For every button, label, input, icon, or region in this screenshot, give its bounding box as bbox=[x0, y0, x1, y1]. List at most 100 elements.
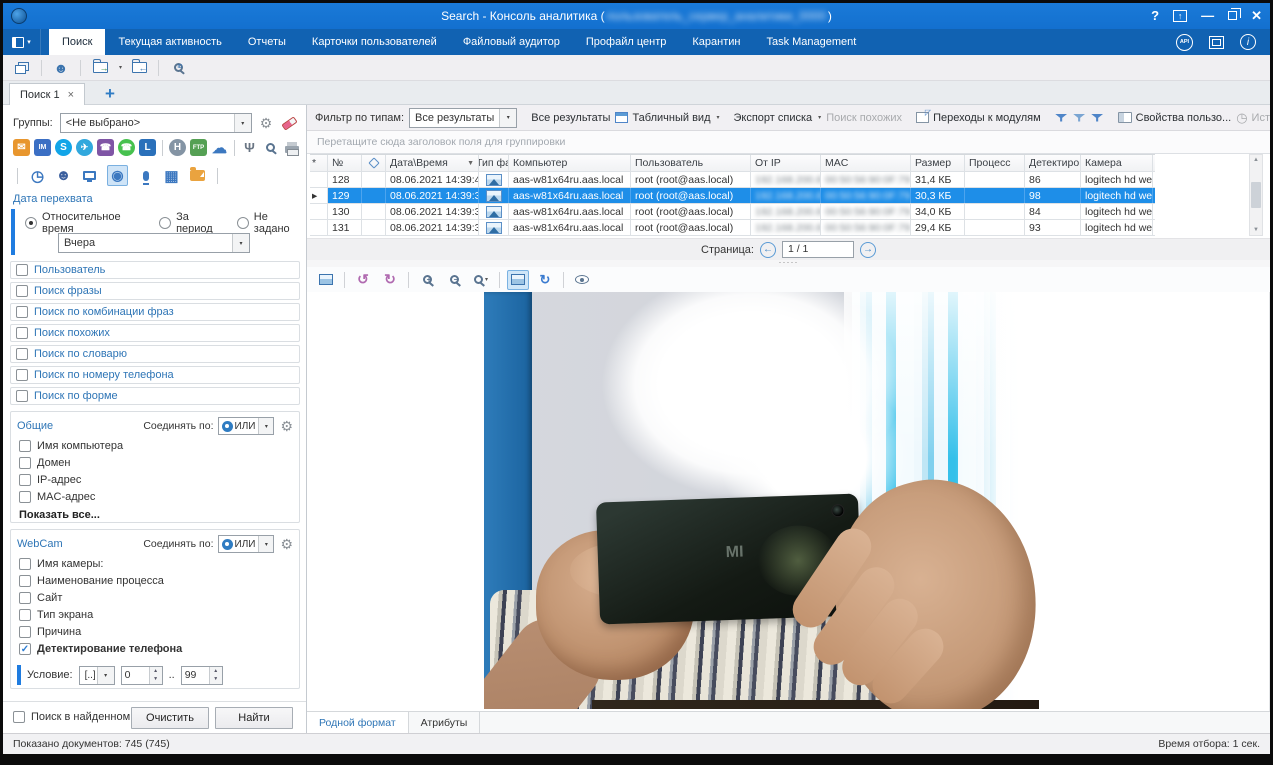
table-row[interactable]: 131 08.06.2021 14:39:33 aas-w81x64ru.aas… bbox=[310, 220, 1155, 236]
column-number[interactable]: № bbox=[328, 155, 362, 171]
checkbox-computer-name[interactable]: Имя компьютера bbox=[11, 437, 299, 454]
user-properties-button[interactable]: Свойства пользо... bbox=[1118, 112, 1232, 124]
radio-relative-time[interactable] bbox=[25, 217, 37, 229]
scroll-up-icon[interactable]: ▲ bbox=[1253, 157, 1259, 163]
info-icon[interactable]: i bbox=[1240, 34, 1256, 50]
package-icon[interactable] bbox=[1209, 36, 1224, 49]
checkbox[interactable] bbox=[19, 558, 31, 570]
files-folder-icon[interactable] bbox=[189, 167, 206, 184]
save-image-button[interactable] bbox=[315, 270, 337, 290]
checkbox-mac-address[interactable]: MAC-адрес bbox=[11, 488, 299, 505]
tab-close-icon[interactable]: × bbox=[68, 89, 74, 101]
whatsapp-icon[interactable]: ☎ bbox=[118, 139, 135, 156]
checkbox[interactable] bbox=[19, 592, 31, 604]
printer-icon[interactable] bbox=[283, 139, 300, 156]
zoom-select-button[interactable]: ▾ bbox=[470, 270, 492, 290]
panel-similar-search[interactable]: Поиск похожих bbox=[10, 324, 300, 342]
export-list-button[interactable]: Экспорт списка▾ bbox=[734, 112, 822, 124]
app-menu-button[interactable]: ▾ bbox=[3, 29, 41, 55]
zoom-out-button[interactable]: − bbox=[443, 270, 465, 290]
checkbox[interactable] bbox=[19, 491, 31, 503]
menu-tab-file-auditor[interactable]: Файловый аудитор bbox=[450, 29, 573, 55]
tab-native-format[interactable]: Родной формат bbox=[307, 712, 409, 733]
clock-monitoring-icon[interactable]: ◷ bbox=[29, 167, 46, 184]
show-all-link[interactable]: Показать все... bbox=[11, 505, 299, 525]
menu-tab-user-cards[interactable]: Карточки пользователей bbox=[299, 29, 450, 55]
checkbox-domain[interactable]: Домен bbox=[11, 454, 299, 471]
add-tab-button[interactable]: + bbox=[105, 84, 115, 104]
next-page-button[interactable]: → bbox=[860, 242, 876, 258]
refresh-image-button[interactable]: ↻ bbox=[534, 270, 556, 290]
fit-to-window-button[interactable] bbox=[507, 270, 529, 290]
all-results-button[interactable]: Все результаты bbox=[531, 112, 610, 124]
spin-down-icon[interactable]: ▼ bbox=[150, 675, 162, 684]
checkbox[interactable] bbox=[19, 474, 31, 486]
column-datetime[interactable]: Дата\Время▼ bbox=[386, 155, 479, 171]
table-row[interactable]: 130 08.06.2021 14:39:36 aas-w81x64ru.aas… bbox=[310, 204, 1155, 220]
filter-funnel-color-button[interactable] bbox=[1091, 114, 1104, 122]
mail-icon[interactable]: ✉ bbox=[13, 139, 30, 156]
checkbox[interactable] bbox=[19, 575, 31, 587]
checkbox[interactable] bbox=[16, 327, 28, 339]
panel-phrase-combination[interactable]: Поиск по комбинации фраз bbox=[10, 303, 300, 321]
menu-tab-profile-center[interactable]: Профайл центр bbox=[573, 29, 679, 55]
checkbox-checked[interactable]: ✓ bbox=[19, 643, 31, 655]
menu-tab-search[interactable]: Поиск bbox=[49, 29, 105, 55]
filter-funnel-button[interactable] bbox=[1055, 114, 1068, 122]
group-by-bar[interactable]: Перетащите сюда заголовок поля для групп… bbox=[307, 131, 1270, 154]
ftp-icon[interactable]: FTP bbox=[190, 139, 207, 156]
webcam-icon-selected[interactable]: ◉ bbox=[107, 165, 128, 186]
menu-tab-reports[interactable]: Отчеты bbox=[235, 29, 299, 55]
webcam-settings-icon[interactable]: ⚙ bbox=[280, 537, 293, 551]
groups-select[interactable]: <Не выбрано> ▾ bbox=[60, 113, 252, 133]
im-icon[interactable]: IM bbox=[34, 139, 51, 156]
import-folder-button[interactable]: ← bbox=[128, 58, 150, 78]
menu-tab-current-activity[interactable]: Текущая активность bbox=[105, 29, 234, 55]
checkbox-phone-detection[interactable]: ✓Детектирование телефона bbox=[11, 640, 299, 657]
checkbox[interactable] bbox=[16, 348, 28, 360]
table-row[interactable]: 128 08.06.2021 14:39:41 aas-w81x64ru.aas… bbox=[310, 172, 1155, 188]
relative-time-select[interactable]: Вчера ▾ bbox=[58, 233, 250, 253]
column-process[interactable]: Процесс bbox=[965, 155, 1025, 171]
checkbox[interactable] bbox=[16, 390, 28, 402]
column-type[interactable]: Тип фа bbox=[479, 155, 509, 171]
rotate-left-button[interactable]: ↺ bbox=[352, 270, 374, 290]
checkbox[interactable] bbox=[19, 609, 31, 621]
column-computer[interactable]: Компьютер bbox=[509, 155, 631, 171]
pin-window-button[interactable]: ↑ bbox=[1173, 10, 1187, 22]
column-mac[interactable]: MAC bbox=[821, 155, 911, 171]
microphone-icon[interactable] bbox=[137, 167, 154, 184]
checkbox-process-name[interactable]: Наименование процесса bbox=[11, 572, 299, 589]
api-icon[interactable]: API bbox=[1176, 34, 1193, 51]
export-folder-caret-icon[interactable]: ▾ bbox=[119, 64, 122, 71]
checkbox[interactable] bbox=[19, 440, 31, 452]
telegram-icon[interactable]: ✈ bbox=[76, 139, 93, 156]
panel-dictionary-search[interactable]: Поиск по словарю bbox=[10, 345, 300, 363]
find-button[interactable]: Найти bbox=[215, 707, 293, 729]
go-to-modules-button[interactable]: Переходы к модулям bbox=[916, 112, 1041, 124]
column-tag[interactable] bbox=[362, 155, 386, 171]
help-button[interactable]: ? bbox=[1151, 3, 1159, 29]
column-camera[interactable]: Камера bbox=[1081, 155, 1153, 171]
webcam-snapshot[interactable]: MI bbox=[484, 292, 1039, 709]
panel-user[interactable]: Пользователь bbox=[10, 261, 300, 279]
panel-phrase-search[interactable]: Поиск фразы bbox=[10, 282, 300, 300]
keyboard-icon[interactable]: ▦ bbox=[163, 167, 180, 184]
column-user[interactable]: Пользователь bbox=[631, 155, 751, 171]
http-icon[interactable]: H bbox=[169, 139, 186, 156]
groups-settings-icon[interactable]: ⚙ bbox=[260, 116, 273, 130]
previous-page-button[interactable]: ← bbox=[760, 242, 776, 258]
common-join-select[interactable]: ИЛИ ▾ bbox=[218, 417, 275, 435]
spin-up-icon[interactable]: ▲ bbox=[150, 667, 162, 676]
export-folder-button[interactable]: → bbox=[89, 58, 111, 78]
close-button[interactable]: ✕ bbox=[1251, 3, 1262, 29]
checkbox[interactable] bbox=[16, 264, 28, 276]
checkbox-site[interactable]: Сайт bbox=[11, 589, 299, 606]
user-search-button[interactable]: ☻ bbox=[50, 58, 72, 78]
checkbox[interactable] bbox=[19, 457, 31, 469]
spin-up-icon[interactable]: ▲ bbox=[210, 667, 222, 676]
spin-down-icon[interactable]: ▼ bbox=[210, 675, 222, 684]
filter-type-select[interactable]: Все результаты ▾ bbox=[409, 108, 517, 128]
lync-icon[interactable]: L bbox=[139, 139, 156, 156]
column-from-ip[interactable]: От IP bbox=[751, 155, 821, 171]
